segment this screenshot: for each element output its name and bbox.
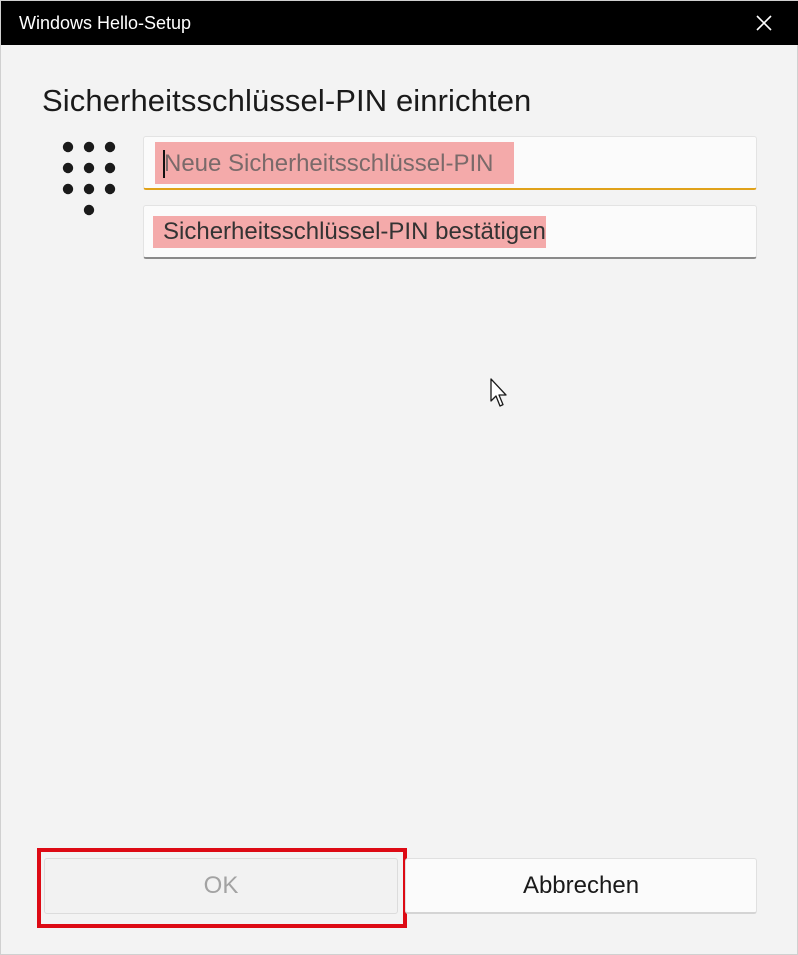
close-button[interactable]: [729, 1, 798, 45]
page-title: Sicherheitsschlüssel-PIN einrichten: [42, 83, 532, 118]
new-pin-placeholder: Neue Sicherheitsschlüssel-PIN: [164, 150, 494, 177]
window-title: Windows Hello-Setup: [19, 13, 192, 33]
text-caret: [163, 150, 165, 178]
confirm-pin-input[interactable]: Sicherheitsschlüssel-PIN bestätigen: [143, 205, 757, 259]
ok-button-annotation-box: [37, 848, 407, 928]
windows-hello-setup-dialog: Windows Hello-Setup Sicherheitsschlüssel…: [0, 0, 798, 955]
close-icon: [756, 15, 772, 31]
new-pin-input[interactable]: Neue Sicherheitsschlüssel-PIN: [143, 136, 757, 190]
mouse-pointer-icon: [490, 378, 507, 407]
cancel-button[interactable]: Abbrechen: [405, 858, 757, 914]
title-bar: Windows Hello-Setup: [1, 1, 798, 45]
confirm-pin-placeholder: Sicherheitsschlüssel-PIN bestätigen: [163, 218, 546, 245]
keypad-icon: [62, 141, 116, 216]
